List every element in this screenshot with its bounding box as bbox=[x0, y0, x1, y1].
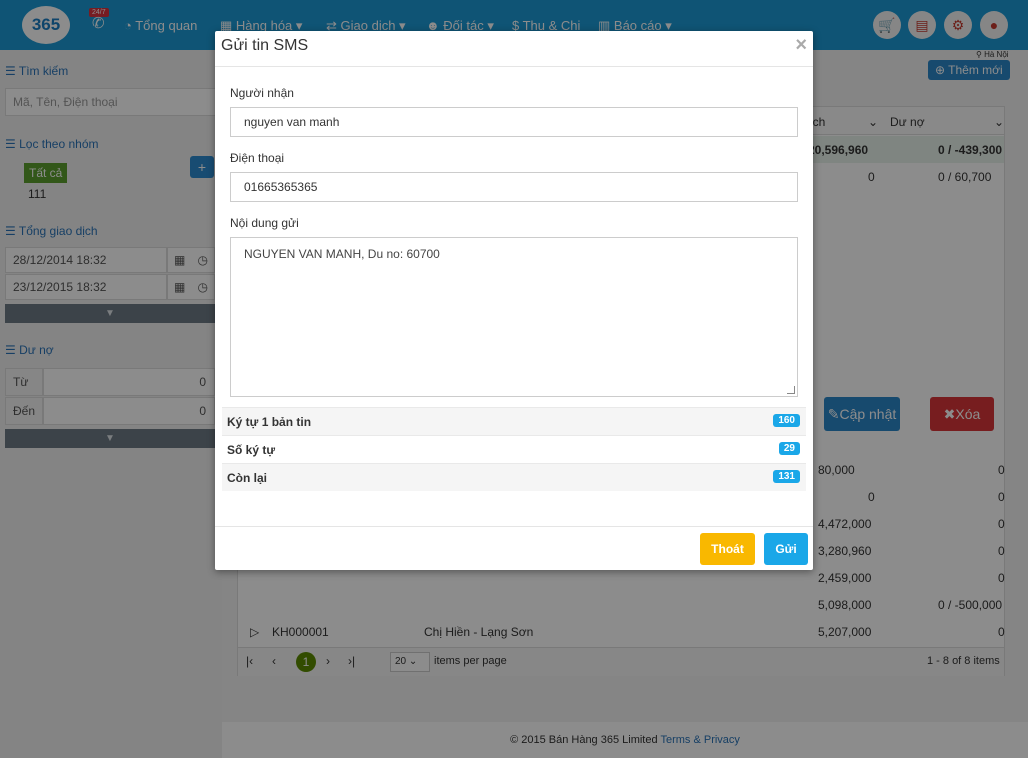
stat-badge: 131 bbox=[773, 470, 800, 483]
stat-badge: 160 bbox=[773, 414, 800, 427]
stat-row: Còn lại 131 bbox=[222, 463, 806, 491]
stat-row: Số ký tự 29 bbox=[222, 435, 806, 463]
modal-footer-divider bbox=[215, 526, 813, 527]
close-icon[interactable]: × bbox=[795, 34, 807, 57]
sms-modal: Gửi tin SMS × Người nhận nguyen van manh… bbox=[215, 31, 813, 570]
content-label: Nội dung gửi bbox=[230, 216, 299, 230]
modal-title: Gửi tin SMS bbox=[221, 37, 309, 54]
stat-row: Ký tự 1 bản tin 160 bbox=[222, 407, 806, 435]
phone-input[interactable]: 01665365365 bbox=[230, 172, 798, 202]
send-button[interactable]: Gửi bbox=[764, 533, 808, 565]
recipient-label: Người nhận bbox=[230, 86, 294, 100]
modal-divider bbox=[215, 66, 813, 67]
exit-button[interactable]: Thoát bbox=[700, 533, 755, 565]
stat-label: Ký tự 1 bản tin bbox=[227, 415, 312, 429]
phone-label: Điện thoại bbox=[230, 151, 285, 165]
content-text: NGUYEN VAN MANH, Du no: 60700 bbox=[244, 247, 440, 261]
recipient-input[interactable]: nguyen van manh bbox=[230, 107, 798, 137]
stat-label: Số ký tự bbox=[227, 443, 276, 457]
stat-badge: 29 bbox=[778, 442, 800, 455]
content-textarea[interactable]: NGUYEN VAN MANH, Du no: 60700 bbox=[230, 237, 798, 397]
stat-label: Còn lại bbox=[227, 471, 268, 485]
resize-handle[interactable] bbox=[787, 386, 795, 394]
